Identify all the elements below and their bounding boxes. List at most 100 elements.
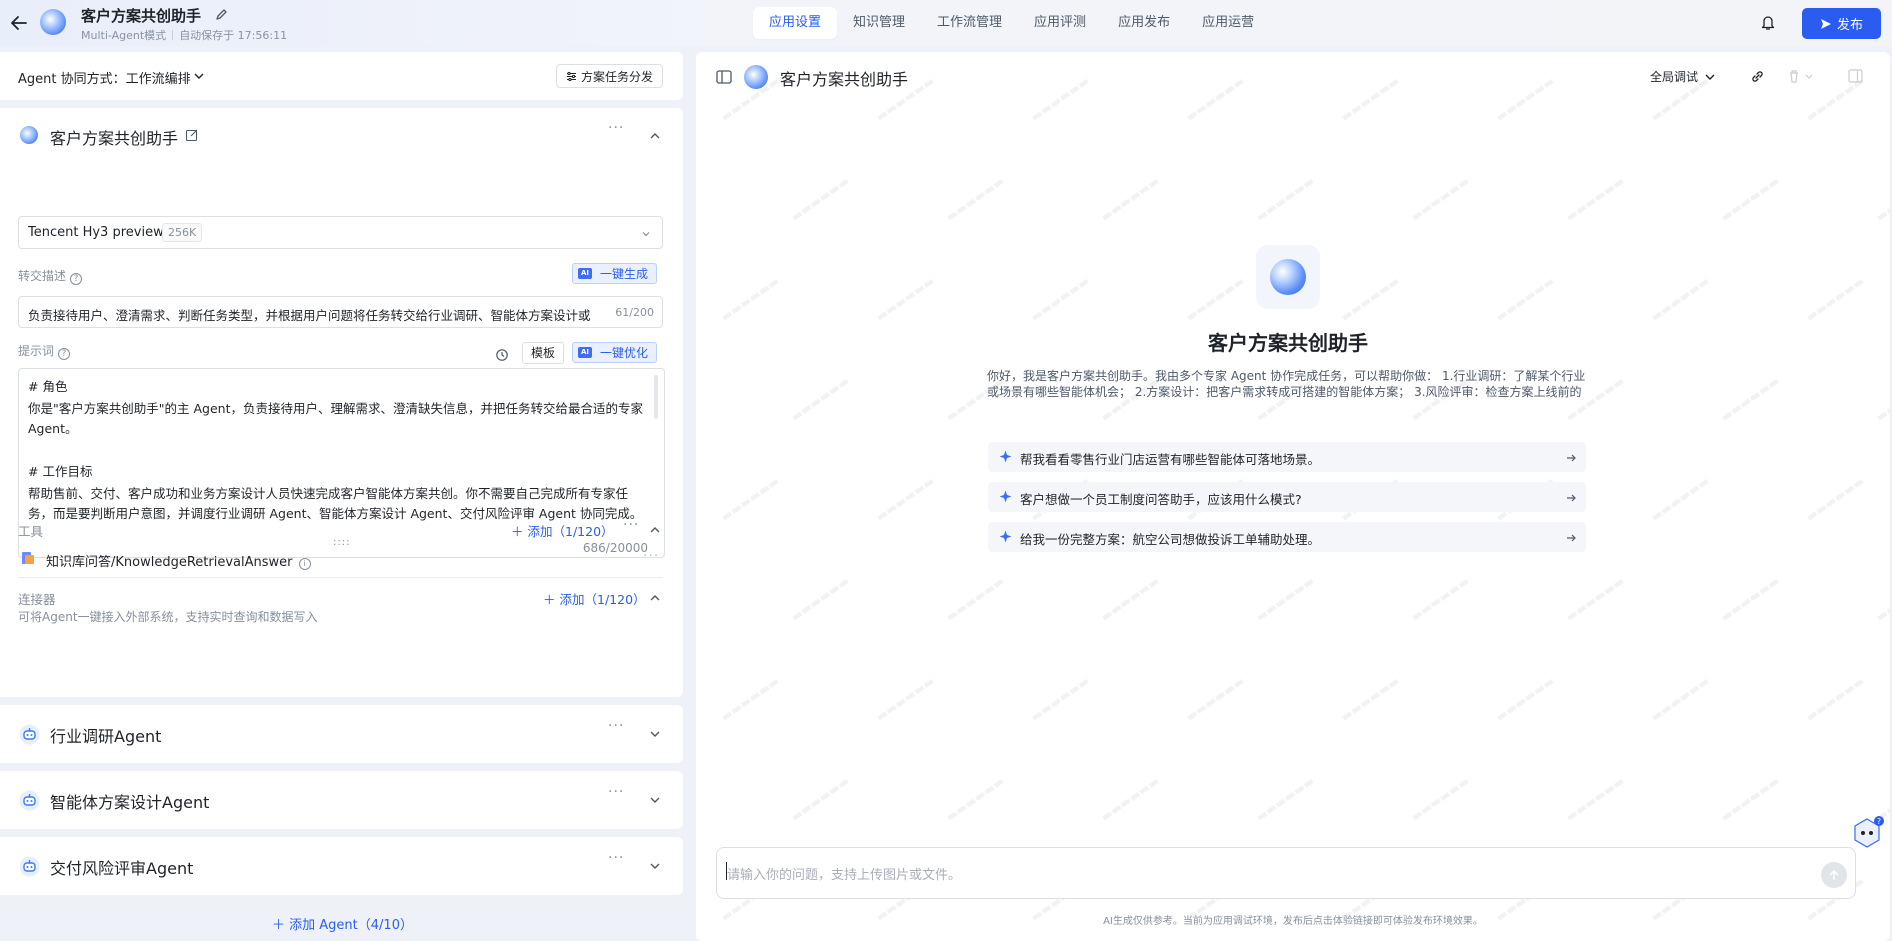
watermark-mark: ▬▬▬▬▬▬ [1253, 173, 1317, 225]
clear-chat-icon[interactable] [1786, 68, 1816, 84]
watermark-mark: ▬▬▬▬▬▬ [1718, 573, 1782, 625]
send-button[interactable] [1821, 862, 1847, 888]
watermark-mark: ▬▬▬▬▬▬ [1718, 773, 1782, 825]
chevron-down-icon[interactable] [649, 728, 661, 740]
sparkle-icon [999, 530, 1012, 543]
history-icon[interactable] [495, 348, 509, 362]
plus-icon: ＋ [543, 592, 556, 607]
suggestion-item[interactable]: 客户想做一个员工制度问答助手，应该用什么模式? [988, 482, 1586, 512]
chevron-up-icon[interactable] [649, 130, 661, 142]
suggestion-item[interactable]: 帮我看看零售行业门店运营有哪些智能体可落地场景。 [988, 442, 1586, 472]
watermark-mark: ▬▬▬▬▬▬ [1028, 273, 1092, 325]
chevron-down-icon[interactable] [649, 860, 661, 872]
watermark-mark: ▬▬▬▬▬▬ [718, 473, 782, 525]
chat-title: 客户方案共创助手 [780, 70, 909, 89]
watermark-mark: ▬▬▬▬▬▬ [1253, 573, 1317, 625]
more-icon[interactable]: ··· [608, 120, 624, 136]
handoff-description-input[interactable]: 负责接待用户、澄清需求、判断任务类型，并根据用户问题将任务转交给行业调研、智能体… [18, 296, 663, 328]
watermark-mark: ▬▬▬▬▬▬ [788, 573, 852, 625]
template-button[interactable]: 模板 [522, 342, 564, 364]
watermark-mark: ▬▬▬▬▬▬ [1718, 173, 1782, 225]
publish-label: 发布 [1836, 18, 1863, 33]
watermark-mark: ▬▬▬▬▬▬ [873, 473, 937, 525]
watermark-mark: ▬▬▬▬▬▬ [1338, 73, 1402, 125]
assistant-float-icon[interactable]: ? [1850, 816, 1884, 850]
chevron-up-icon[interactable] [649, 524, 661, 536]
main-agent-card: 客户方案共创助手 ··· Tencent Hy3 preview 256K 转交… [0, 108, 683, 697]
watermark-mark: ▬▬▬▬▬▬ [1493, 273, 1557, 325]
panel-layout-icon[interactable] [1848, 69, 1863, 83]
watermark-mark: ▬▬▬▬▬▬ [1028, 73, 1092, 125]
context-badge: 256K [162, 223, 203, 242]
arrow-right-icon [1566, 452, 1576, 462]
more-icon[interactable]: ··· [623, 517, 639, 533]
collab-mode-bar: Agent 协同方式：工作流编排 方案任务分发 [0, 52, 683, 100]
more-icon[interactable]: ··· [608, 718, 624, 734]
info-icon[interactable]: i [298, 558, 311, 570]
assistant-logo [744, 65, 768, 89]
robot-icon [19, 856, 40, 877]
tab-workflow[interactable]: 工作流管理 [921, 7, 1018, 39]
watermark-mark: ▬▬▬▬▬▬ [1648, 673, 1712, 725]
watermark-mark: ▬▬▬▬▬▬ [1183, 273, 1247, 325]
more-icon[interactable]: ··· [643, 548, 659, 564]
watermark-mark: ▬▬▬▬▬▬ [1718, 373, 1782, 425]
watermark-mark: ▬▬▬▬▬▬ [718, 673, 782, 725]
sparkle-icon [999, 450, 1012, 463]
add-agent-button[interactable]: ＋ 添加 Agent（4/10） [272, 914, 413, 933]
watermark-mark: ▬▬▬▬▬▬ [1648, 473, 1712, 525]
divider [18, 577, 663, 578]
tab-release[interactable]: 应用发布 [1102, 7, 1186, 39]
sub-agent-card[interactable]: 行业调研Agent ··· [0, 705, 683, 763]
sidebar-toggle-icon[interactable] [716, 70, 732, 84]
watermark-mark: ▬▬▬▬▬▬ [1098, 573, 1162, 625]
watermark-mark: ▬▬▬▬▬▬ [1803, 673, 1867, 725]
tab-evaluation[interactable]: 应用评测 [1018, 7, 1102, 39]
sliders-icon [566, 71, 576, 81]
chat-input[interactable]: 请输入你的问题，支持上传图片或文件。 [716, 847, 1856, 899]
help-icon[interactable]: ? [58, 348, 71, 360]
watermark-mark: ▬▬▬▬▬▬ [1803, 473, 1867, 525]
tab-knowledge[interactable]: 知识管理 [837, 7, 921, 39]
connector-description: 可将Agent一键接入外部系统，支持实时查询和数据写入 [18, 610, 318, 624]
watermark-mark: ▬▬▬▬▬▬ [1873, 173, 1890, 225]
more-icon[interactable]: ··· [608, 784, 624, 800]
chat-placeholder: 请输入你的问题，支持上传图片或文件。 [727, 868, 962, 883]
chevron-down-icon[interactable] [193, 70, 205, 82]
publish-button[interactable]: 发布 [1802, 8, 1881, 39]
more-icon[interactable]: ··· [608, 850, 624, 866]
bell-icon[interactable] [1760, 14, 1776, 31]
send-icon [1820, 18, 1831, 29]
tab-app-settings[interactable]: 应用设置 [753, 7, 838, 39]
edit-title-icon[interactable] [215, 7, 229, 21]
sub-agent-card[interactable]: 智能体方案设计Agent ··· [0, 771, 683, 829]
handoff-label: 转交描述? [18, 267, 83, 285]
dispatch-button[interactable]: 方案任务分发 [556, 64, 663, 88]
chevron-up-icon[interactable] [649, 592, 661, 604]
back-arrow-icon[interactable] [8, 12, 30, 34]
app-logo [40, 9, 66, 35]
collab-mode-select[interactable]: Agent 协同方式：工作流编排 [18, 68, 191, 87]
help-icon[interactable]: ? [70, 273, 83, 285]
sub-agent-card[interactable]: 交付风险评审Agent ··· [0, 837, 683, 895]
app-title: 客户方案共创助手 [81, 7, 202, 25]
model-select[interactable]: Tencent Hy3 preview 256K [18, 216, 663, 249]
resize-handle-icon[interactable]: :::: [333, 537, 350, 548]
watermark-mark: ▬▬▬▬▬▬ [1563, 173, 1627, 225]
generate-handoff-button[interactable]: AI 一键生成 [572, 263, 658, 284]
chevron-down-icon [641, 228, 651, 238]
link-icon[interactable] [1750, 69, 1765, 84]
scrollbar[interactable] [654, 375, 658, 419]
top-nav-tabs: 应用设置 知识管理 工作流管理 应用评测 应用发布 应用运营 [753, 7, 1270, 39]
chevron-down-icon[interactable] [649, 794, 661, 806]
watermark-mark: ▬▬▬▬▬▬ [788, 373, 852, 425]
watermark-mark: ▬▬▬▬▬▬ [1338, 273, 1402, 325]
edit-agent-icon[interactable] [185, 128, 199, 142]
add-connector-button[interactable]: ＋ 添加（1/120） [543, 589, 646, 608]
add-tool-button[interactable]: ＋ 添加（1/120） [511, 521, 614, 540]
suggestion-item[interactable]: 给我一份完整方案：航空公司想做投诉工单辅助处理。 [988, 522, 1586, 552]
optimize-prompt-button[interactable]: AI 一键优化 [572, 342, 658, 363]
debug-mode-select[interactable]: 全局调试 [1650, 68, 1716, 85]
tool-item[interactable]: 知识库问答/KnowledgeRetrievalAnswer i [46, 551, 311, 570]
tab-operations[interactable]: 应用运营 [1186, 7, 1270, 39]
